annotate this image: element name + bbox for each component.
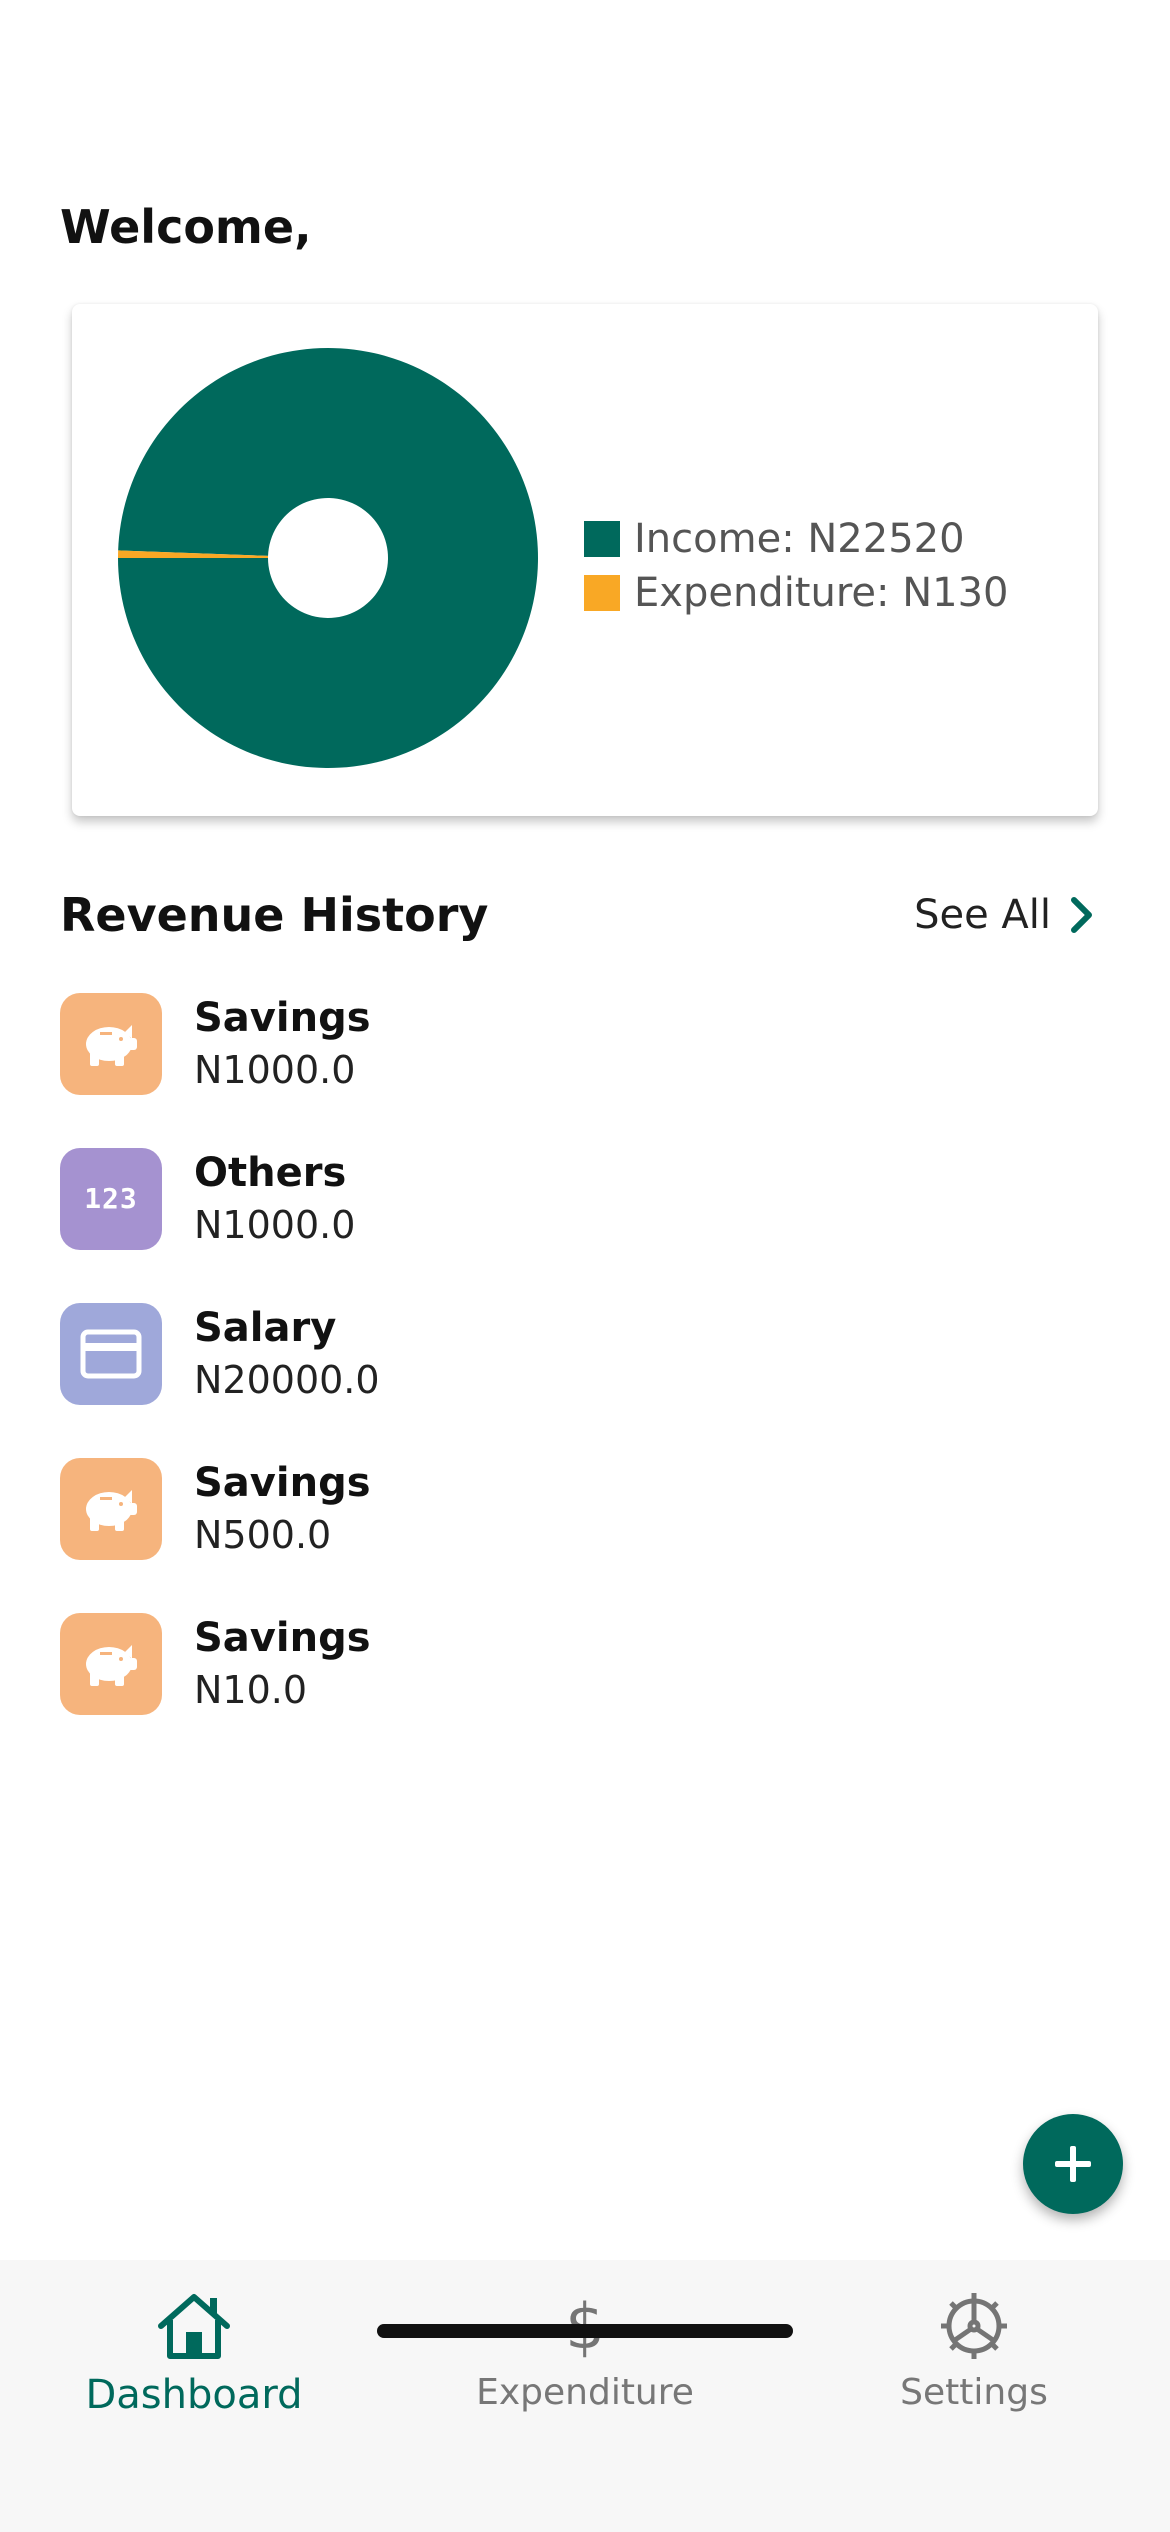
list-item[interactable]: 123 Others N1000.0: [60, 1121, 1110, 1276]
list-item[interactable]: Salary N20000.0: [60, 1276, 1110, 1431]
see-all-label: See All: [914, 892, 1051, 938]
item-title: Savings: [194, 1614, 371, 1661]
income-expenditure-chart-card: Income: N22520 Expenditure: N130: [72, 304, 1098, 816]
section-title: Revenue History: [60, 888, 489, 942]
legend-item-income: Income: N22520: [584, 512, 1008, 566]
item-amount: N1000.0: [194, 1047, 356, 1092]
list-item[interactable]: Savings N10.0: [60, 1586, 1110, 1741]
bottom-navigation: Dashboard $ Expenditure: [0, 2260, 1170, 2532]
nav-item-settings[interactable]: Settings: [824, 2286, 1124, 2436]
item-title: Others: [194, 1149, 347, 1196]
credit-card-icon: [60, 1302, 162, 1405]
list-item[interactable]: Savings N500.0: [60, 1431, 1110, 1586]
home-icon: [158, 2294, 230, 2359]
list-item[interactable]: Savings N1000.0: [60, 966, 1110, 1121]
see-all-button[interactable]: See All: [914, 892, 1095, 938]
revenue-list: Savings N1000.0 123 Others N1000.0 Salar…: [60, 966, 1110, 1741]
piggy-bank-icon: [60, 1612, 162, 1715]
gear-icon: [941, 2293, 1007, 2359]
plus-icon: [1055, 2146, 1091, 2182]
nav-label-dashboard: Dashboard: [85, 2372, 303, 2418]
add-button[interactable]: [1023, 2114, 1123, 2214]
home-indicator: [377, 2324, 793, 2338]
item-amount: N1000.0: [194, 1202, 356, 1247]
numbers-glyph: 123: [84, 1182, 138, 1215]
legend-label-income: Income: N22520: [634, 516, 965, 562]
dashboard-screen: Welcome, Income: N22520 Expenditure: N13…: [0, 0, 1170, 2532]
welcome-heading: Welcome,: [60, 200, 312, 254]
chevron-right-icon: [1071, 897, 1092, 933]
nav-label-settings: Settings: [900, 2372, 1048, 2413]
legend-swatch-income: [584, 521, 620, 557]
item-amount: N500.0: [194, 1512, 332, 1557]
nav-item-expenditure[interactable]: $ Expenditure: [435, 2286, 735, 2436]
item-amount: N10.0: [194, 1667, 308, 1712]
numbers-icon: 123: [60, 1147, 162, 1250]
revenue-history-header: Revenue History See All: [60, 880, 1095, 950]
item-title: Savings: [194, 994, 371, 1041]
piggy-bank-icon: [60, 1457, 162, 1560]
chart-legend: Income: N22520 Expenditure: N130: [584, 512, 1008, 620]
item-amount: N20000.0: [194, 1357, 380, 1402]
nav-label-expenditure: Expenditure: [476, 2372, 694, 2413]
item-title: Savings: [194, 1459, 371, 1506]
legend-swatch-expenditure: [584, 575, 620, 611]
legend-item-expenditure: Expenditure: N130: [584, 566, 1008, 620]
nav-item-dashboard[interactable]: Dashboard: [44, 2286, 344, 2436]
donut-chart: [118, 348, 538, 768]
legend-label-expenditure: Expenditure: N130: [634, 570, 1009, 616]
piggy-bank-icon: [60, 992, 162, 1095]
item-title: Salary: [194, 1304, 337, 1351]
